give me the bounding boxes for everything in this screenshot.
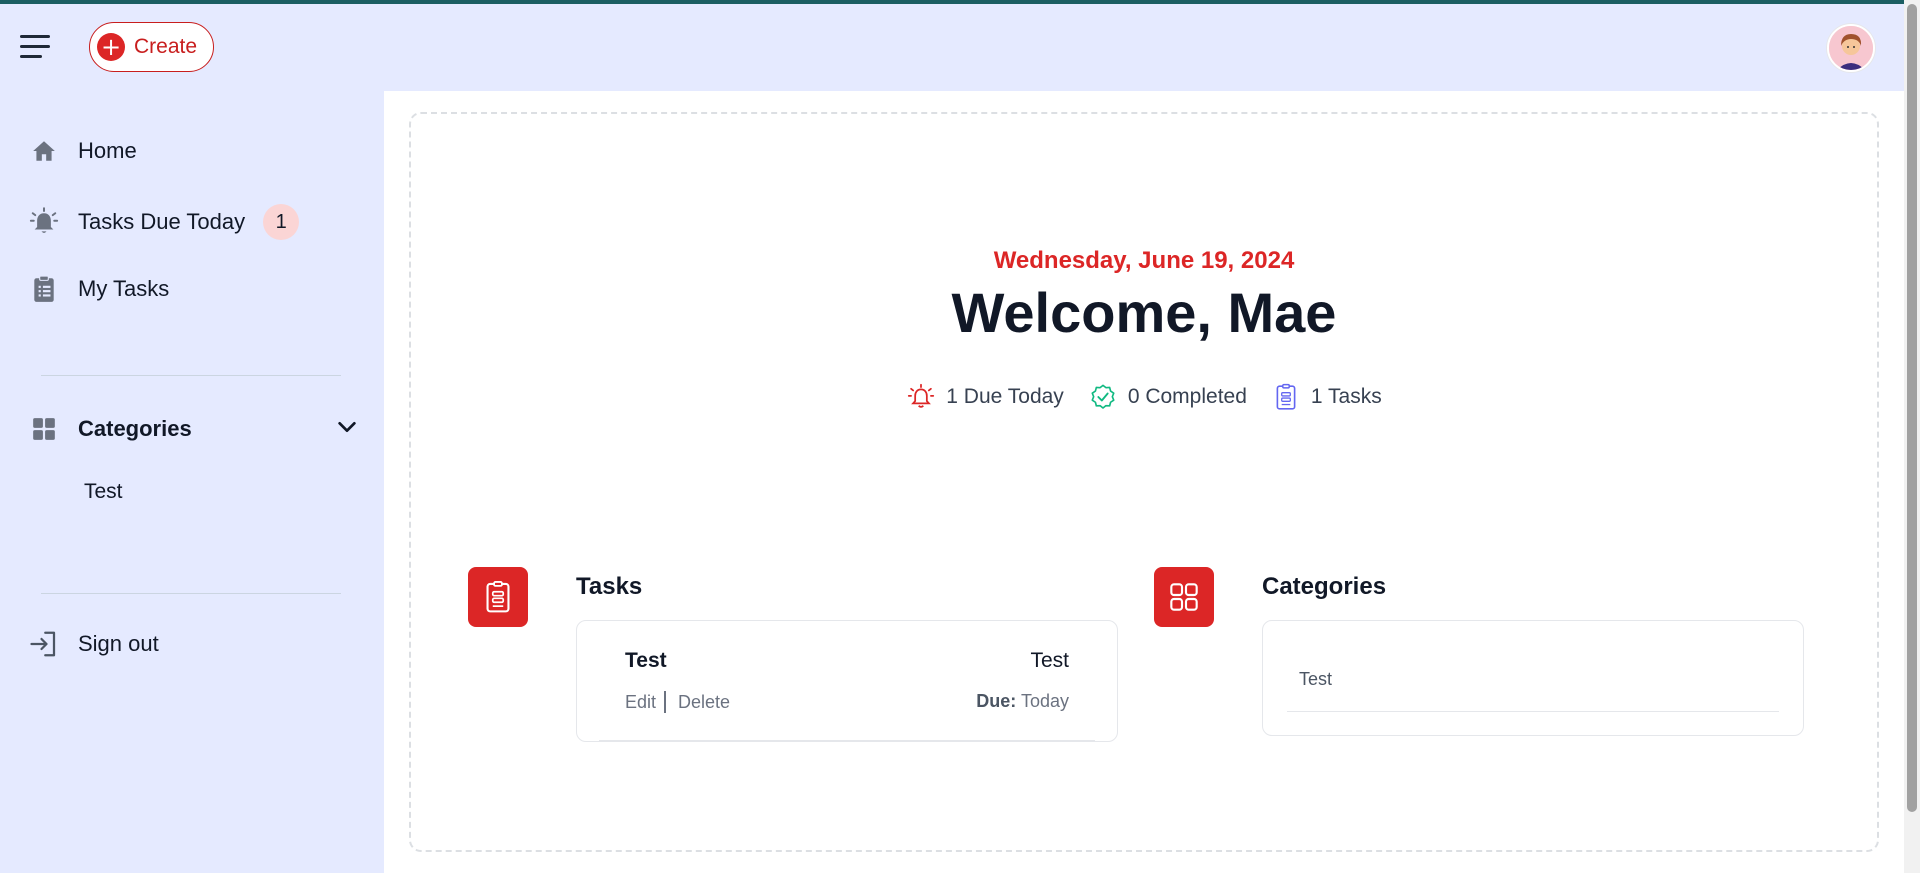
sign-out-label: Sign out xyxy=(78,631,159,656)
sidebar-divider xyxy=(41,593,341,594)
sidebar-category-item[interactable]: Test xyxy=(84,480,123,504)
main-content: Wednesday, June 19, 2024 Welcome, Mae 1 … xyxy=(384,91,1904,873)
sidebar-item-label: My Tasks xyxy=(78,276,170,301)
page-scrollbar[interactable] xyxy=(1904,0,1920,873)
alarm-bell-icon xyxy=(28,206,60,238)
sidebar-item-my-tasks[interactable]: My Tasks xyxy=(28,273,169,305)
sidebar-divider xyxy=(41,375,341,376)
scrollbar-thumb[interactable] xyxy=(1907,4,1917,812)
category-divider xyxy=(1287,711,1779,712)
due-label: Due: xyxy=(976,691,1017,711)
categories-card: Test xyxy=(1262,620,1804,736)
stat-due-today: 1 Due Today xyxy=(906,382,1064,412)
due-value: Today xyxy=(1020,691,1069,711)
sign-out-button[interactable]: Sign out xyxy=(28,628,159,660)
action-separator xyxy=(664,691,667,713)
stat-completed: 0 Completed xyxy=(1088,382,1247,412)
sidebar-item-tasks-due-today[interactable]: Tasks Due Today 1 xyxy=(28,204,300,240)
categories-section-title: Categories xyxy=(1262,573,1387,600)
edit-task-link[interactable]: Edit xyxy=(625,692,656,713)
stat-text: 1 Due Today xyxy=(946,385,1064,408)
clipboard-list-icon xyxy=(1271,382,1301,412)
sidebar-item-label: Home xyxy=(78,138,137,163)
home-icon xyxy=(28,135,60,167)
welcome-heading: Welcome, Mae xyxy=(951,281,1337,344)
chevron-down-icon[interactable] xyxy=(336,416,358,443)
category-list-item[interactable]: Test xyxy=(1299,669,1332,690)
tasks-section-icon xyxy=(468,567,528,627)
sidebar-categories-label: Categories xyxy=(78,416,192,441)
alarm-icon xyxy=(906,382,936,412)
task-card: Test Test Edit Delete Due: Today xyxy=(576,620,1118,742)
sign-out-icon xyxy=(28,628,60,660)
check-badge-icon xyxy=(1088,382,1118,412)
user-avatar-icon[interactable] xyxy=(1827,24,1875,72)
current-date: Wednesday, June 19, 2024 xyxy=(993,247,1295,274)
sidebar: Home Tasks Due Today 1 My Tasks Categori… xyxy=(0,91,384,873)
tasks-section-title: Tasks xyxy=(576,573,643,600)
task-actions: Edit Delete xyxy=(625,691,730,713)
task-name: Test xyxy=(625,649,667,672)
stats-row: 1 Due Today 0 Completed 1 Tasks xyxy=(411,382,1877,412)
plus-circle-icon: + xyxy=(97,33,125,61)
grid-icon xyxy=(28,413,60,445)
stat-text: 0 Completed xyxy=(1127,385,1247,408)
clipboard-icon xyxy=(28,273,60,305)
categories-section-icon xyxy=(1154,567,1214,627)
sidebar-categories-toggle[interactable]: Categories xyxy=(28,413,358,445)
app-header: + Create xyxy=(0,4,1904,91)
create-button-label: Create xyxy=(134,35,198,58)
hamburger-menu-icon[interactable] xyxy=(20,33,52,61)
delete-task-link[interactable]: Delete xyxy=(678,692,730,713)
sidebar-item-label: Tasks Due Today xyxy=(78,209,246,234)
dashboard-panel: Wednesday, June 19, 2024 Welcome, Mae 1 … xyxy=(409,112,1879,852)
task-divider xyxy=(599,740,1095,741)
task-category: Test xyxy=(1030,649,1069,672)
create-button[interactable]: + Create xyxy=(89,22,214,72)
due-count-badge: 1 xyxy=(263,204,300,240)
stat-tasks: 1 Tasks xyxy=(1271,382,1382,412)
task-due: Due: Today xyxy=(976,691,1069,712)
sidebar-item-home[interactable]: Home xyxy=(28,135,137,167)
stat-text: 1 Tasks xyxy=(1310,385,1382,408)
